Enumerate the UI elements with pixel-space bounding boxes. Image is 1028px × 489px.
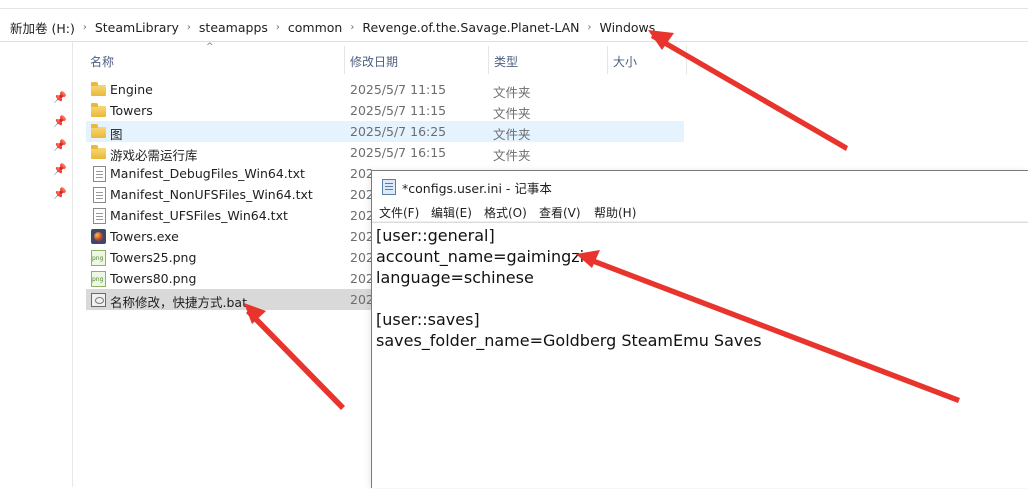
column-header-size-label: 大小 [613,55,638,69]
menu-view[interactable]: 查看(V) [539,204,581,221]
notepad-menu-bar: 文件(F) 编辑(E) 格式(O) 查看(V) 帮助(H) [372,201,1028,222]
folder-icon [91,82,106,96]
column-header-date[interactable]: 修改日期 [345,44,488,76]
file-type: 文件夹 [493,106,531,121]
text-line: account_name=gaimingzi [376,247,585,266]
folder-icon [91,124,106,138]
file-name: Towers80.png [110,271,197,286]
file-name: 名称修改，快捷方式.bat [110,295,247,310]
pin-icon[interactable]: 📌 [53,92,67,104]
column-header-name[interactable]: 名称 [86,44,344,76]
file-date: 2025/5/7 16:15 [350,145,447,160]
file-name: Engine [110,82,153,97]
breadcrumb-separator-icon[interactable]: › [187,22,191,33]
file-name: Manifest_NonUFSFiles_Win64.txt [110,187,313,202]
file-row-runtime-libs[interactable]: 游戏必需运行库 2025/5/7 16:15 文件夹 [86,142,684,163]
notepad-title-bar[interactable]: *configs.user.ini - 记事本 [372,171,1028,201]
folder-icon [91,145,106,159]
column-header-date-label: 修改日期 [350,55,399,69]
png-file-icon [91,271,106,287]
breadcrumb-separator-icon[interactable]: › [276,22,280,33]
text-line: language=schinese [376,268,534,287]
file-name: 图 [110,127,123,142]
menu-help[interactable]: 帮助(H) [594,204,636,221]
batch-file-icon [91,293,106,307]
column-header-type-label: 类型 [494,55,519,69]
address-bar[interactable]: 新加卷 (H:) › SteamLibrary › steamapps › co… [0,12,1028,42]
pin-icon[interactable]: 📌 [53,116,67,128]
file-date: 2025/5/7 16:25 [350,124,447,139]
breadcrumb-common[interactable]: common [288,20,342,35]
breadcrumb-windows[interactable]: Windows [599,20,655,35]
column-header-size[interactable]: 大小 [608,44,686,76]
file-type: 文件夹 [493,85,531,100]
column-header-name-label: 名称 [90,55,115,69]
menu-format[interactable]: 格式(O) [484,204,527,221]
notepad-window: *configs.user.ini - 记事本 文件(F) 编辑(E) 格式(O… [371,170,1028,488]
column-header-type[interactable]: 类型 [489,44,607,76]
menu-file[interactable]: 文件(F) [379,204,419,221]
breadcrumb-separator-icon[interactable]: › [587,22,591,33]
breadcrumb-steamapps[interactable]: steamapps [199,20,268,35]
file-row-rename-bat[interactable]: 名称修改，快捷方式.bat 202 [86,289,386,310]
breadcrumb-separator-icon[interactable]: › [350,22,354,33]
navigation-pane: 📌 📌 📌 📌 📌 [0,42,73,487]
ribbon-strip [0,0,1028,9]
breadcrumb-game-folder[interactable]: Revenge.of.the.Savage.Planet-LAN [362,20,579,35]
text-file-icon [93,208,106,224]
menu-edit[interactable]: 编辑(E) [431,204,472,221]
notepad-title: *configs.user.ini - 记事本 [402,181,552,196]
breadcrumb-steamlibrary[interactable]: SteamLibrary [95,20,179,35]
file-row-images[interactable]: 图 2025/5/7 16:25 文件夹 [86,121,684,142]
file-type: 文件夹 [493,148,531,163]
notepad-text-area[interactable]: [user::general] account_name=gaimingzi l… [372,222,1028,489]
text-line: saves_folder_name=Goldberg SteamEmu Save… [376,331,762,350]
column-divider[interactable] [686,46,687,74]
notepad-icon [382,179,396,195]
breadcrumb-drive[interactable]: 新加卷 (H:) [10,18,75,37]
exe-icon [91,229,106,244]
file-name: Manifest_DebugFiles_Win64.txt [110,166,305,181]
breadcrumb: 新加卷 (H:) › SteamLibrary › steamapps › co… [10,18,655,37]
file-date: 2025/5/7 11:15 [350,82,447,97]
file-date: 2025/5/7 11:15 [350,103,447,118]
text-line: [user::saves] [376,310,480,329]
file-row-towers[interactable]: Towers 2025/5/7 11:15 文件夹 [86,100,684,121]
png-file-icon [91,250,106,266]
file-name: Towers25.png [110,250,197,265]
text-file-icon [93,187,106,203]
file-name: Towers [110,103,153,118]
arrow-to-bat-file [244,303,345,410]
pin-icon[interactable]: 📌 [53,140,67,152]
file-name: Towers.exe [110,229,179,244]
text-line: [user::general] [376,226,495,245]
folder-icon [91,103,106,117]
file-type: 文件夹 [493,127,531,142]
file-name: Manifest_UFSFiles_Win64.txt [110,208,288,223]
text-file-icon [93,166,106,182]
file-name: 游戏必需运行库 [110,148,198,163]
file-row-engine[interactable]: Engine 2025/5/7 11:15 文件夹 [86,79,684,100]
pin-icon[interactable]: 📌 [53,188,67,200]
pin-icon[interactable]: 📌 [53,164,67,176]
breadcrumb-separator-icon[interactable]: › [83,22,87,33]
